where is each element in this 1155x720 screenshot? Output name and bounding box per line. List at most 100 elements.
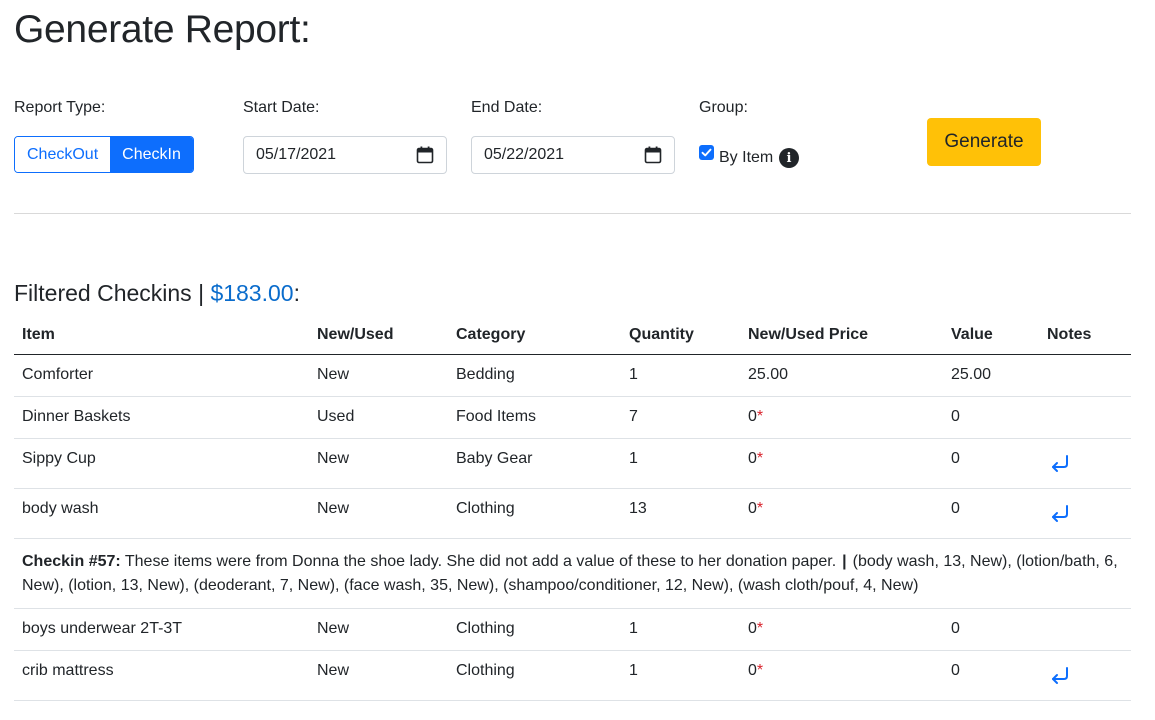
table-row: body wash New Clothing 13 0* 0 [14,488,1131,539]
checkin-button[interactable]: CheckIn [110,137,193,172]
quantity-cell: 1 [621,608,740,651]
calendar-icon[interactable] [416,146,434,164]
page-title: Generate Report: [14,8,311,51]
condition-cell: New [309,650,448,701]
note-separator: | [842,553,847,570]
note-text: These items were from Donna the shoe lad… [124,553,837,570]
note-checkin-label: Checkin #57: [22,553,121,570]
price-cell: 0* [740,438,943,489]
column-header-new-used: New/Used [309,315,448,355]
required-star: * [756,620,764,637]
item-cell: Sippy Cup [14,438,309,489]
item-cell: body wash [14,488,309,539]
calendar-icon[interactable] [644,146,662,164]
checkout-button[interactable]: CheckOut [15,137,111,172]
end-date-value: 05/22/2021 [484,146,565,163]
expanded-note: Checkin #57: These items were from Donna… [14,538,1131,609]
checkins-table: Item New/Used Category Quantity New/Used… [14,315,1131,701]
notes-cell [1039,396,1131,439]
price-value: 0 [748,450,757,467]
return-arrow-icon[interactable] [1049,503,1071,525]
price-value: 0 [748,620,757,637]
notes-cell [1039,488,1131,539]
table-row: Dinner Baskets Used Food Items 7 0* 0 [14,396,1131,439]
notes-cell [1039,354,1131,397]
category-cell: Clothing [448,608,621,651]
value-cell: 0 [943,438,1039,489]
price-cell: 0* [740,396,943,439]
quantity-cell: 13 [621,488,740,539]
quantity-cell: 1 [621,354,740,397]
group-by-item-label[interactable]: By Item [719,149,773,167]
generate-button[interactable]: Generate [927,118,1041,166]
value-cell: 25.00 [943,354,1039,397]
price-value: 0 [748,408,757,425]
group-label: Group: [699,99,748,116]
value-cell: 0 [943,608,1039,651]
required-star: * [756,500,764,517]
end-date-label: End Date: [471,99,543,116]
return-arrow-icon[interactable] [1049,665,1071,687]
value-cell: 0 [943,488,1039,539]
table-row: crib mattress New Clothing 1 0* 0 [14,650,1131,701]
column-header-category: Category [448,315,621,355]
required-star: * [756,408,764,425]
start-date-input[interactable]: 05/17/2021 [243,136,447,174]
value-cell: 0 [943,396,1039,439]
table-header-row: Item New/Used Category Quantity New/Used… [14,315,1131,355]
notes-cell [1039,608,1131,651]
price-cell: 0* [740,488,943,539]
checkmark-icon [701,148,712,157]
info-icon[interactable]: i [779,148,799,168]
table-row: Sippy Cup New Baby Gear 1 0* 0 [14,438,1131,489]
report-type-label: Report Type: [14,99,106,116]
table-row: Comforter New Bedding 1 25.00 25.00 [14,354,1131,397]
start-date-label: Start Date: [243,99,320,116]
group-by-item-checkbox[interactable] [699,145,714,160]
section-title-suffix: : [293,280,300,306]
condition-cell: Used [309,396,448,439]
price-cell: 0* [740,608,943,651]
report-type-toggle: CheckOut CheckIn [14,136,194,173]
item-cell: boys underwear 2T-3T [14,608,309,651]
total-amount: $183.00 [210,280,294,306]
quantity-cell: 1 [621,438,740,489]
table-row: boys underwear 2T-3T New Clothing 1 0* 0 [14,608,1131,651]
price-value: 0 [748,662,757,679]
section-title: Filtered Checkins | $183.00: [14,280,300,307]
condition-cell: New [309,488,448,539]
column-header-price: New/Used Price [740,315,943,355]
condition-cell: New [309,438,448,489]
category-cell: Clothing [448,650,621,701]
start-date-value: 05/17/2021 [256,146,337,163]
category-cell: Clothing [448,488,621,539]
price-value: 0 [748,500,757,517]
condition-cell: New [309,608,448,651]
price-cell: 25.00 [740,354,943,397]
column-header-quantity: Quantity [621,315,740,355]
quantity-cell: 7 [621,396,740,439]
column-header-value: Value [943,315,1039,355]
category-cell: Food Items [448,396,621,439]
column-header-item: Item [14,315,309,355]
price-cell: 0* [740,650,943,701]
column-header-notes: Notes [1039,315,1131,355]
item-cell: Dinner Baskets [14,396,309,439]
item-cell: crib mattress [14,650,309,701]
category-cell: Baby Gear [448,438,621,489]
expanded-note-row: Checkin #57: These items were from Donna… [14,538,1131,609]
notes-cell [1039,650,1131,701]
condition-cell: New [309,354,448,397]
category-cell: Bedding [448,354,621,397]
end-date-input[interactable]: 05/22/2021 [471,136,675,174]
return-arrow-icon[interactable] [1049,453,1071,475]
quantity-cell: 1 [621,650,740,701]
section-divider [14,213,1131,214]
notes-cell [1039,438,1131,489]
value-cell: 0 [943,650,1039,701]
section-title-prefix: Filtered Checkins | [14,280,211,306]
required-star: * [756,662,764,679]
item-cell: Comforter [14,354,309,397]
price-value: 25.00 [748,366,789,383]
required-star: * [756,450,764,467]
